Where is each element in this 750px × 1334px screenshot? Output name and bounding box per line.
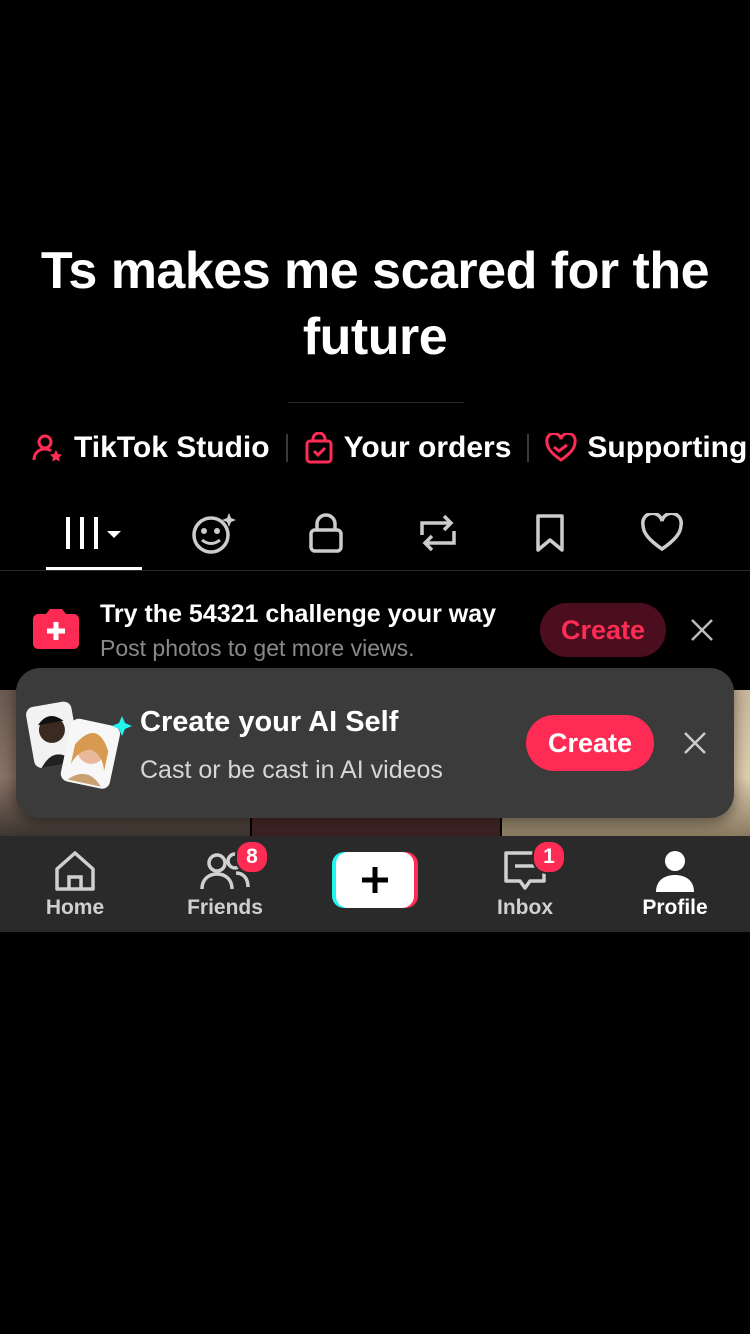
close-icon[interactable] <box>682 730 708 756</box>
ai-self-title: Create your AI Self <box>140 706 399 738</box>
tab-videos[interactable] <box>46 498 142 568</box>
your-orders-label: Your orders <box>343 431 512 464</box>
divider <box>288 402 464 403</box>
tiktok-studio-label: TikTok Studio <box>74 431 270 464</box>
videos-grid-icon <box>66 517 121 549</box>
nav-friends[interactable]: 8 Friends <box>150 836 300 932</box>
bottom-navigation: Home 8 Friends 1 Inbox Profile <box>0 836 750 932</box>
person-star-icon <box>32 434 62 462</box>
lock-icon <box>309 513 343 553</box>
ai-self-create-button[interactable]: Create <box>526 715 654 771</box>
nav-profile[interactable]: Profile <box>600 836 750 932</box>
tab-favorites[interactable] <box>510 498 590 568</box>
active-tab-indicator <box>46 567 142 570</box>
profile-tabs <box>0 498 750 571</box>
nav-profile-label: Profile <box>642 896 708 919</box>
profile-icon <box>656 851 694 892</box>
ai-self-avatars-icon <box>26 701 132 789</box>
tab-reposts[interactable] <box>398 498 478 568</box>
tab-private[interactable] <box>286 498 366 568</box>
create-post-button[interactable] <box>332 852 418 908</box>
challenge-title: Try the 54321 challenge your way <box>100 600 497 628</box>
supporting-label: Supporting <box>587 431 748 464</box>
nav-home[interactable]: Home <box>0 836 150 932</box>
camera-plus-icon <box>33 609 79 649</box>
ai-self-subtitle: Cast or be cast in AI videos <box>140 756 443 784</box>
video-caption: Ts makes me scared for the future <box>40 242 710 366</box>
shopping-bag-icon <box>305 432 333 464</box>
supporting-link[interactable]: Supporting <box>545 422 747 474</box>
nav-friends-label: Friends <box>187 896 263 919</box>
challenge-subtitle: Post photos to get more views. <box>100 635 415 661</box>
challenge-banner: Try the 54321 challenge your way Post ph… <box>0 592 750 670</box>
friends-badge: 8 <box>235 840 269 874</box>
home-icon <box>55 851 95 891</box>
tab-liked[interactable] <box>622 498 702 568</box>
tiktok-studio-link[interactable]: TikTok Studio <box>32 422 270 474</box>
your-orders-link[interactable]: Your orders <box>304 422 512 474</box>
nav-inbox[interactable]: 1 Inbox <box>450 836 600 932</box>
tab-ai-self[interactable] <box>174 498 254 568</box>
inbox-badge: 1 <box>532 840 566 874</box>
nav-home-label: Home <box>45 896 105 919</box>
ai-self-promo-card: Create your AI Self Cast or be cast in A… <box>16 668 734 818</box>
divider <box>285 434 288 462</box>
challenge-create-button[interactable]: Create <box>540 603 666 657</box>
heart-icon <box>641 513 683 552</box>
divider <box>527 434 530 462</box>
heart-hand-icon <box>545 433 578 462</box>
bookmark-icon <box>536 514 564 552</box>
plus-icon <box>332 852 418 908</box>
quick-links-bar: TikTok Studio Your orders Supporting <box>0 422 750 474</box>
ai-face-icon <box>192 513 236 554</box>
close-icon[interactable] <box>688 616 716 644</box>
nav-inbox-label: Inbox <box>497 896 553 919</box>
repost-icon <box>420 514 456 552</box>
